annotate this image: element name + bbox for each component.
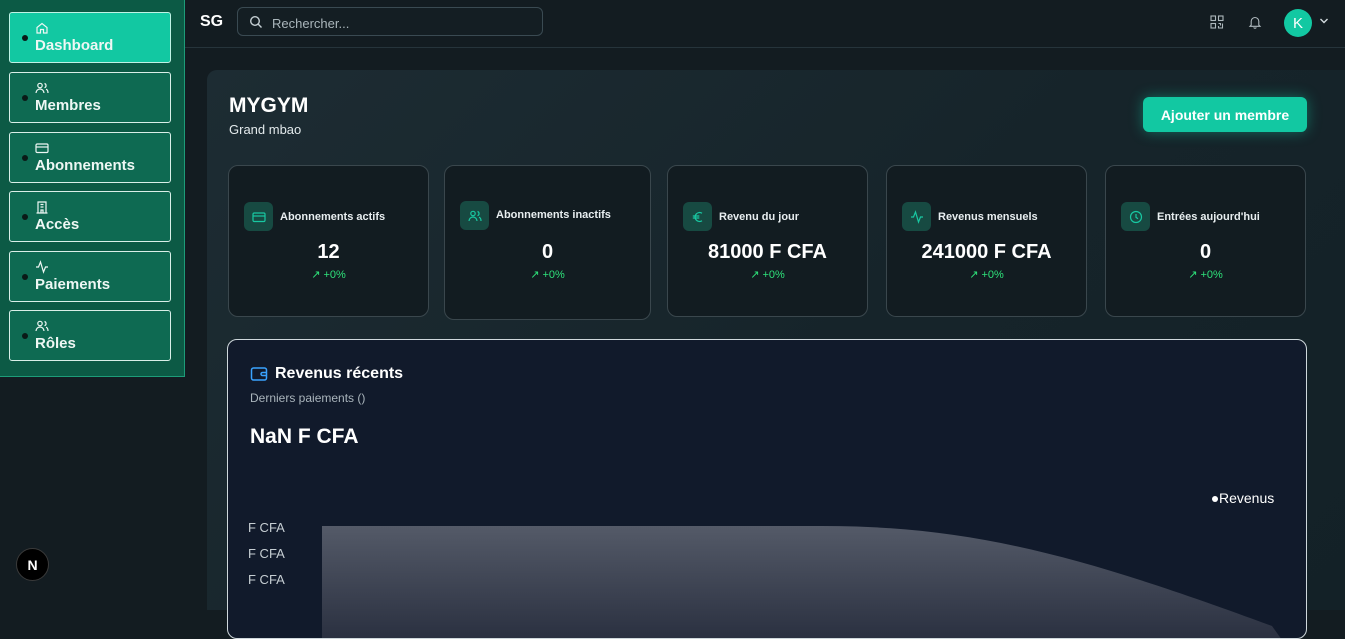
y-axis-tick: F CFA	[248, 572, 285, 587]
sidebar-item-label: Accès	[35, 216, 80, 233]
page-title: MYGYM	[229, 94, 309, 117]
bullet-dot	[22, 214, 28, 220]
bullet-dot	[22, 274, 28, 280]
stat-value: 241000 F CFA	[921, 241, 1052, 263]
clock-icon	[1129, 210, 1142, 223]
credit-card-icon	[35, 143, 49, 154]
legend-label: Revenus	[1219, 490, 1275, 506]
sidebar-item-acces[interactable]: Accès	[9, 191, 171, 242]
legend-dot	[1212, 496, 1218, 503]
search-icon	[249, 15, 262, 28]
sidebar-item-abonnements[interactable]: Abonnements	[9, 132, 171, 183]
revenue-area	[322, 526, 1281, 638]
chart-legend[interactable]: Revenus	[1212, 490, 1274, 506]
revenue-total: NaN F CFA	[250, 425, 359, 448]
stat-icon-box	[683, 202, 712, 231]
app-logo: SG	[200, 13, 224, 30]
sidebar-item-roles[interactable]: Rôles	[9, 310, 171, 361]
bullet-dot	[22, 35, 28, 41]
stat-title: Entrées aujourd'hui	[1157, 211, 1260, 223]
search-box[interactable]	[237, 7, 543, 36]
stat-title: Abonnements inactifs	[496, 209, 611, 221]
next-logo-badge[interactable]: N	[16, 548, 49, 581]
stat-card-inactive-subscriptions: Abonnements inactifs 0 ↗ +0%	[444, 165, 651, 320]
sidebar-item-label: Rôles	[35, 335, 76, 352]
search-input[interactable]	[270, 12, 534, 34]
stat-trend: ↗ +0%	[229, 268, 428, 281]
stat-icon-box	[244, 202, 273, 231]
qr-code-icon[interactable]	[1210, 15, 1224, 29]
stat-card-monthly-revenue: Revenus mensuels 241000 F CFA ↗ +0%	[886, 165, 1087, 317]
bullet-dot	[22, 333, 28, 339]
sidebar-item-paiements[interactable]: Paiements	[9, 251, 171, 302]
bell-icon[interactable]	[1248, 15, 1262, 29]
bullet-dot	[22, 95, 28, 101]
building-icon	[36, 201, 48, 214]
sidebar-item-dashboard[interactable]: Dashboard	[9, 12, 171, 63]
stat-icon-box	[460, 201, 489, 230]
page-subtitle: Grand mbao	[229, 122, 302, 137]
activity-icon	[36, 260, 48, 274]
stat-card-active-subscriptions: Abonnements actifs 12 ↗ +0%	[228, 165, 429, 317]
credit-card-icon	[251, 211, 266, 222]
main-panel: MYGYM Grand mbao Ajouter un membre Abonn…	[207, 70, 1345, 639]
add-member-button[interactable]: Ajouter un membre	[1143, 97, 1307, 132]
sidebar: Dashboard Membres Abonnements Accès Paie…	[0, 0, 185, 377]
trend-up-icon: ↗	[1188, 269, 1201, 281]
stat-trend-value: +0%	[981, 269, 1004, 281]
revenue-area-chart	[322, 526, 1281, 638]
stat-trend: ↗ +0%	[1106, 268, 1305, 281]
trend-up-icon: ↗	[530, 269, 543, 281]
stat-trend: ↗ +0%	[445, 268, 650, 281]
card-subtitle: Derniers paiements ()	[250, 391, 366, 405]
stat-title: Abonnements actifs	[280, 211, 386, 223]
stat-trend-value: +0%	[323, 269, 346, 281]
stat-icon-box	[902, 202, 931, 231]
sidebar-item-label: Membres	[35, 97, 101, 114]
trend-up-icon: ↗	[311, 269, 324, 281]
users-icon	[467, 210, 482, 221]
stat-trend: ↗ +0%	[887, 268, 1086, 281]
sidebar-item-membres[interactable]: Membres	[9, 72, 171, 123]
stat-value: 0	[541, 241, 554, 263]
y-axis-tick: F CFA	[248, 546, 285, 561]
stat-title: Revenus mensuels	[938, 211, 1038, 223]
wallet-icon	[250, 367, 268, 381]
euro-icon	[692, 211, 702, 222]
stat-value: 81000 F CFA	[708, 241, 827, 263]
recent-revenue-card: Revenus récents Derniers paiements () Na…	[227, 339, 1307, 639]
chevron-down-icon[interactable]	[1319, 17, 1329, 25]
activity-icon	[910, 209, 923, 224]
users-icon	[35, 82, 49, 94]
top-bar: SG K	[185, 0, 1345, 48]
stat-trend-value: +0%	[762, 269, 785, 281]
y-axis-tick: F CFA	[248, 520, 285, 535]
stat-card-daily-revenue: Revenu du jour 81000 F CFA ↗ +0%	[667, 165, 868, 317]
trend-up-icon: ↗	[969, 269, 982, 281]
stat-value: 12	[317, 241, 340, 263]
stat-icon-box	[1121, 202, 1150, 231]
bullet-dot	[22, 155, 28, 161]
sidebar-item-label: Paiements	[35, 276, 111, 293]
home-icon	[36, 22, 48, 34]
stat-card-entries-today: Entrées aujourd'hui 0 ↗ +0%	[1105, 165, 1306, 317]
users-icon	[35, 320, 49, 332]
stat-title: Revenu du jour	[719, 211, 800, 223]
stat-trend: ↗ +0%	[668, 268, 867, 281]
avatar[interactable]: K	[1284, 9, 1312, 37]
stat-trend-value: +0%	[1200, 269, 1223, 281]
sidebar-item-label: Dashboard	[35, 37, 114, 54]
stat-value: 0	[1199, 241, 1212, 263]
trend-up-icon: ↗	[750, 269, 763, 281]
stat-trend-value: +0%	[542, 269, 565, 281]
card-title: Revenus récents	[275, 365, 404, 382]
sidebar-item-label: Abonnements	[35, 157, 136, 174]
